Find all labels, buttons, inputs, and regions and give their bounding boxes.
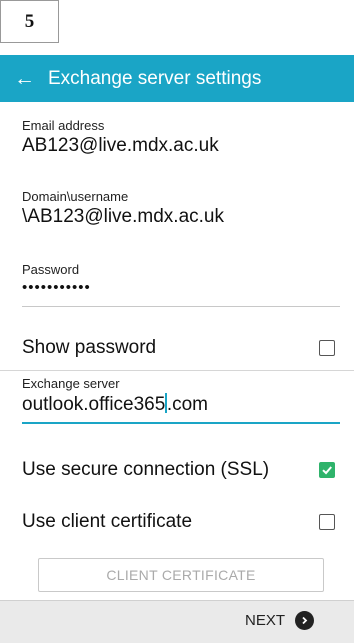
step-number: 5 (0, 0, 59, 43)
app-bar: ← Exchange server settings (0, 55, 354, 102)
client-cert-label: Use client certificate (22, 511, 193, 532)
arrow-left-icon[interactable]: ← (14, 68, 44, 89)
show-password-row[interactable]: Show password (22, 333, 340, 363)
password-underline (22, 306, 340, 307)
domain-username-value[interactable]: \AB123@live.mdx.ac.uk (22, 206, 340, 228)
domain-username-label: Domain\username (22, 189, 129, 204)
password-label: Password (22, 262, 80, 277)
password-field[interactable]: Password ••••••••••• (22, 262, 340, 307)
next-label: NEXT (244, 612, 285, 629)
chevron-right-icon (295, 611, 314, 630)
use-ssl-label: Use secure connection (SSL) (22, 459, 270, 480)
exchange-server-label: Exchange server (22, 376, 120, 391)
client-cert-checkbox[interactable] (319, 514, 335, 530)
bottom-bar: NEXT (0, 600, 354, 643)
domain-username-field[interactable]: Domain\username \AB123@live.mdx.ac.uk (22, 189, 340, 228)
divider (0, 370, 354, 371)
use-ssl-row[interactable]: Use secure connection (SSL) (22, 455, 340, 485)
email-value[interactable]: AB123@live.mdx.ac.uk (22, 135, 340, 157)
exchange-server-value-after: .com (166, 394, 209, 415)
email-label: Email address (22, 118, 105, 133)
exchange-server-value[interactable]: outlook.office365.com (22, 393, 340, 416)
password-value[interactable]: ••••••••••• (22, 279, 340, 296)
page-title: Exchange server settings (48, 67, 262, 89)
show-password-label: Show password (22, 337, 157, 358)
use-ssl-checkbox[interactable] (319, 462, 335, 478)
exchange-server-underline (22, 422, 340, 424)
client-cert-row[interactable]: Use client certificate (22, 507, 340, 537)
exchange-server-field[interactable]: Exchange server outlook.office365.com (22, 376, 340, 424)
show-password-checkbox[interactable] (319, 340, 335, 356)
client-certificate-button[interactable]: CLIENT CERTIFICATE (38, 558, 324, 592)
next-button[interactable]: NEXT (245, 611, 314, 630)
exchange-server-value-before: outlook.office365 (22, 394, 166, 415)
checkmark-icon (322, 466, 332, 475)
email-field[interactable]: Email address AB123@live.mdx.ac.uk (22, 118, 340, 157)
